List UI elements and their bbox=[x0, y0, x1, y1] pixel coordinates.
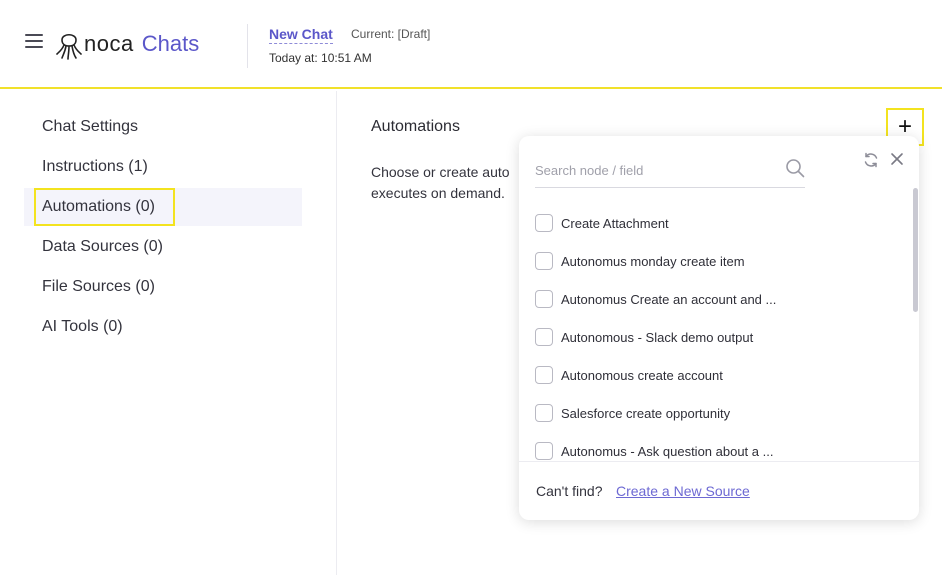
chat-name[interactable]: New Chat bbox=[269, 26, 333, 44]
hamburger-menu-icon[interactable] bbox=[25, 34, 43, 50]
sidebar-item-data-sources[interactable]: Data Sources (0) bbox=[24, 228, 302, 266]
section-title: Automations bbox=[371, 118, 460, 135]
checkbox[interactable] bbox=[535, 328, 553, 346]
list-item-label: Autonomous - Slack demo output bbox=[561, 329, 754, 345]
list-scrollbar[interactable] bbox=[913, 188, 918, 312]
list-item[interactable]: Autonomus - Ask question about a ... bbox=[535, 441, 773, 461]
list-item[interactable]: Salesforce create opportunity bbox=[535, 403, 730, 423]
automation-list: Create Attachment Autonomus monday creat… bbox=[519, 202, 919, 462]
sidebar-item-file-sources[interactable]: File Sources (0) bbox=[24, 268, 302, 306]
logo-text: noca bbox=[84, 31, 134, 56]
sidebar-item-ai-tools[interactable]: AI Tools (0) bbox=[24, 308, 302, 346]
checkbox[interactable] bbox=[535, 214, 553, 232]
create-new-source-link[interactable]: Create a New Source bbox=[616, 483, 750, 499]
list-item-label: Create Attachment bbox=[561, 215, 669, 231]
search-icon[interactable] bbox=[785, 158, 805, 178]
search-field bbox=[535, 156, 805, 188]
list-item[interactable]: Autonomous - Slack demo output bbox=[535, 327, 753, 347]
checkbox[interactable] bbox=[535, 290, 553, 308]
list-item[interactable]: Autonomus monday create item bbox=[535, 251, 745, 271]
list-item-label: Autonomus - Ask question about a ... bbox=[561, 443, 774, 459]
automation-picker-popover: Create Attachment Autonomus monday creat… bbox=[519, 136, 919, 520]
checkbox[interactable] bbox=[535, 404, 553, 422]
checkbox[interactable] bbox=[535, 442, 553, 460]
app-header: noca Chats New Chat Current: [Draft] Tod… bbox=[0, 0, 942, 89]
section-description: Choose or create auto executes on demand… bbox=[371, 162, 521, 204]
checkbox[interactable] bbox=[535, 366, 553, 384]
sidebar-item-instructions[interactable]: Instructions (1) bbox=[24, 148, 302, 186]
app-logo[interactable]: noca Chats bbox=[56, 28, 199, 60]
list-item-label: Autonomus Create an account and ... bbox=[561, 291, 777, 307]
header-divider bbox=[247, 24, 248, 68]
list-item-label: Autonomus monday create item bbox=[561, 253, 745, 269]
description-line-1: Choose or create auto bbox=[371, 164, 510, 180]
description-line-2: executes on demand. bbox=[371, 185, 505, 201]
close-icon[interactable] bbox=[889, 151, 905, 167]
sidebar-item-chat-settings[interactable]: Chat Settings bbox=[24, 108, 302, 146]
search-input[interactable] bbox=[535, 156, 775, 184]
footer-text: Can't find? bbox=[536, 483, 603, 499]
refresh-icon[interactable] bbox=[863, 152, 879, 168]
sidebar-item-automations[interactable]: Automations (0) bbox=[24, 188, 302, 226]
list-item-label: Autonomous create account bbox=[561, 367, 723, 383]
app-name: Chats bbox=[141, 31, 200, 56]
list-item[interactable]: Create Attachment bbox=[535, 213, 669, 233]
chat-timestamp: Today at: 10:51 AM bbox=[269, 51, 372, 65]
chat-status: Current: [Draft] bbox=[351, 27, 431, 41]
list-item-label: Salesforce create opportunity bbox=[561, 405, 731, 421]
list-item[interactable]: Autonomous create account bbox=[535, 365, 723, 385]
list-item[interactable]: Autonomus Create an account and ... bbox=[535, 289, 776, 309]
checkbox[interactable] bbox=[535, 252, 553, 270]
octopus-logo-icon bbox=[56, 33, 82, 60]
